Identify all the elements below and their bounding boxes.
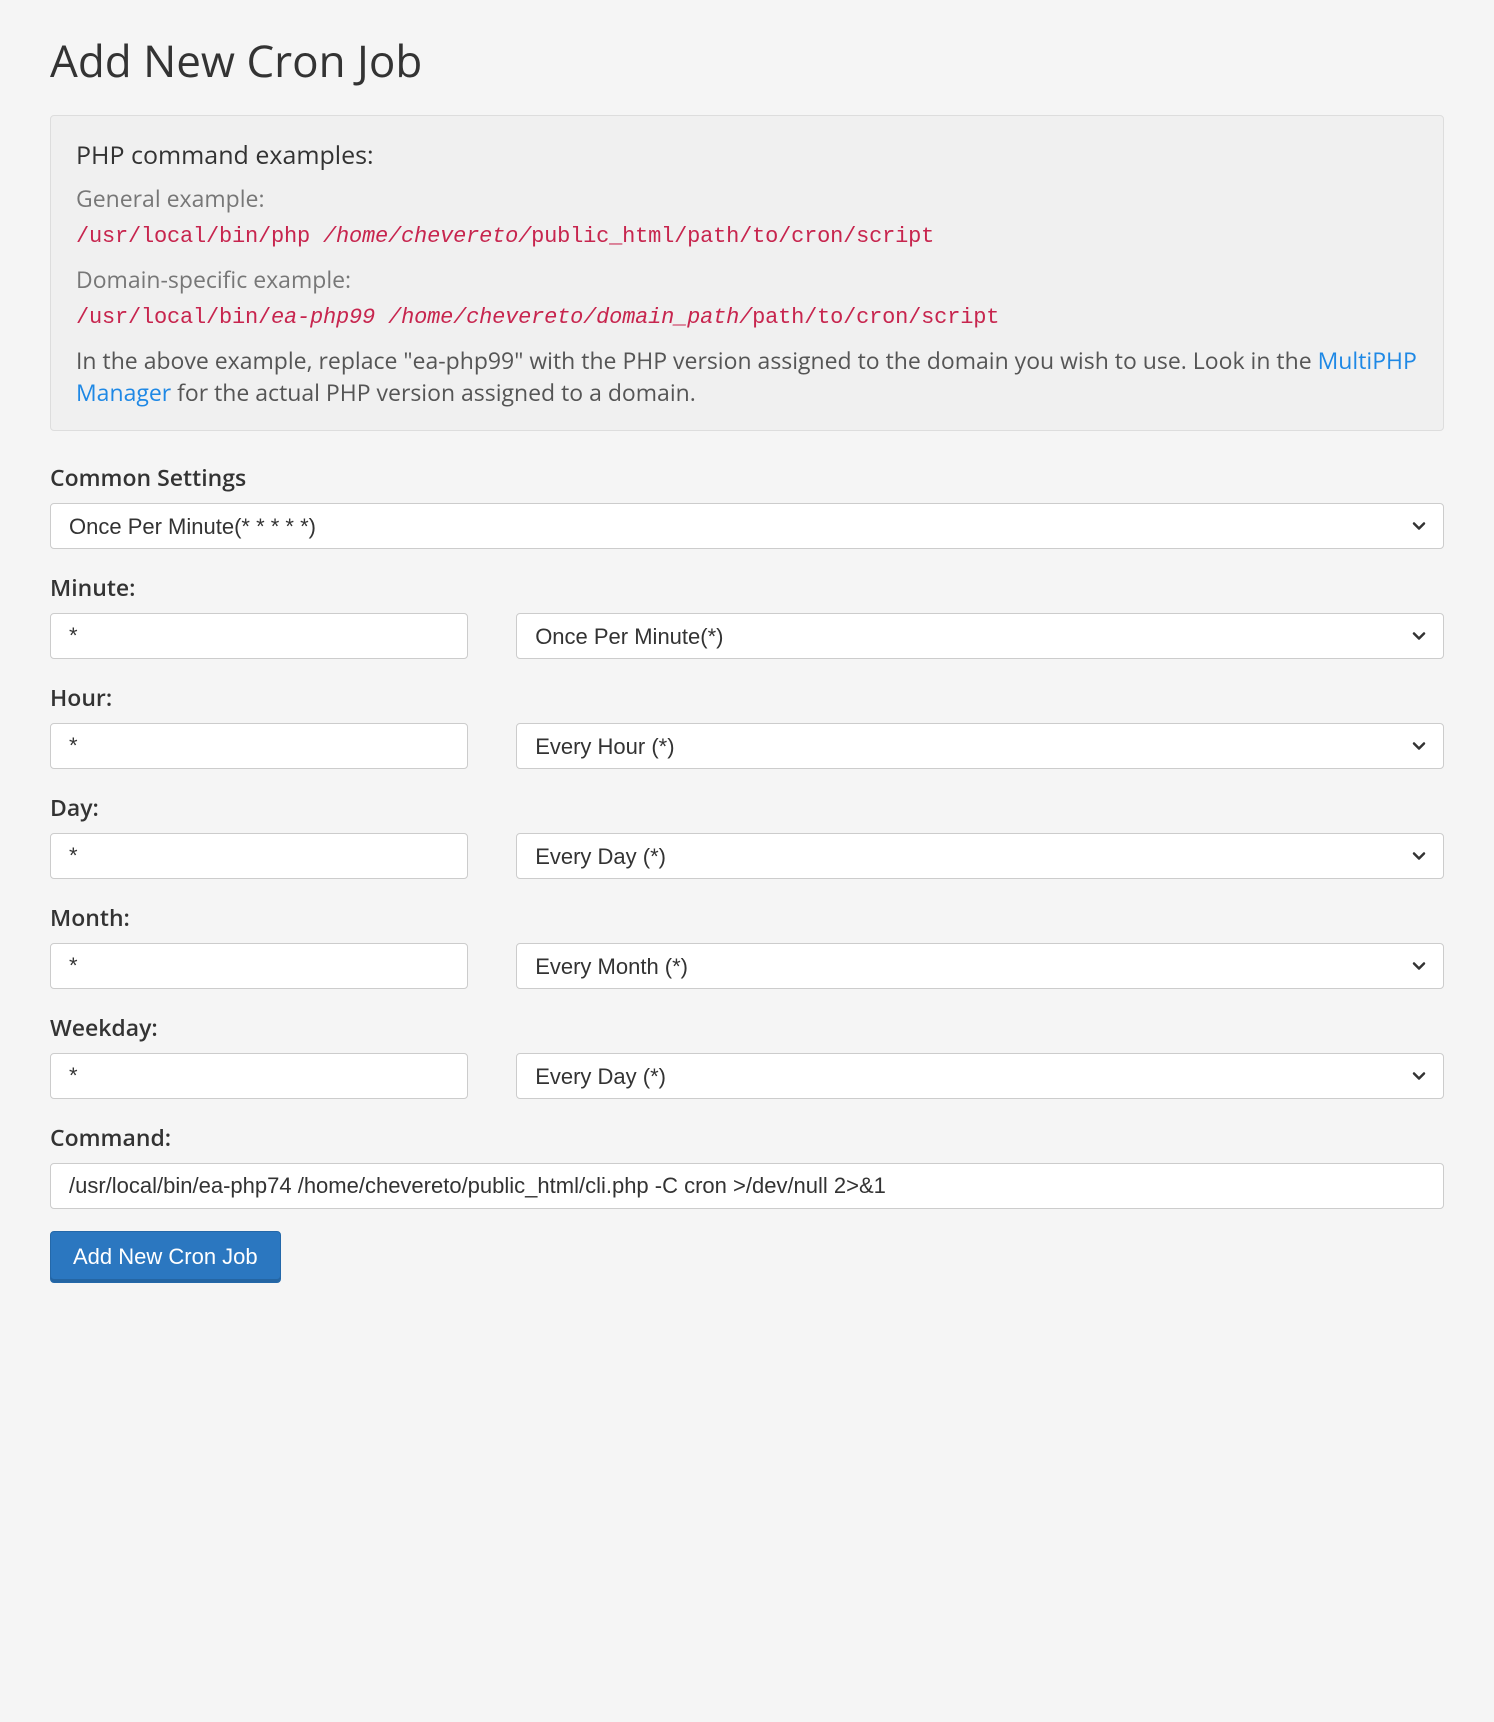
- weekday-preset-select[interactable]: Every Day (*): [516, 1053, 1444, 1099]
- minute-preset-select[interactable]: Once Per Minute(*): [516, 613, 1444, 659]
- weekday-input[interactable]: [50, 1053, 468, 1099]
- day-label: Day:: [50, 791, 468, 823]
- minute-label: Minute:: [50, 571, 468, 603]
- command-label: Command:: [50, 1121, 1444, 1153]
- day-input[interactable]: [50, 833, 468, 879]
- month-preset-select[interactable]: Every Month (*): [516, 943, 1444, 989]
- hour-label: Hour:: [50, 681, 468, 713]
- php-examples-panel: PHP command examples: General example: /…: [50, 115, 1444, 431]
- weekday-label: Weekday:: [50, 1011, 468, 1043]
- minute-input[interactable]: [50, 613, 468, 659]
- add-cron-job-button[interactable]: Add New Cron Job: [50, 1231, 281, 1283]
- hour-input[interactable]: [50, 723, 468, 769]
- general-example-code: /usr/local/bin/php /home/chevereto/publi…: [76, 224, 1418, 249]
- general-example-label: General example:: [76, 182, 1418, 214]
- common-settings-label: Common Settings: [50, 461, 1444, 493]
- day-preset-select[interactable]: Every Day (*): [516, 833, 1444, 879]
- example-note: In the above example, replace "ea-php99"…: [76, 344, 1418, 408]
- month-label: Month:: [50, 901, 468, 933]
- hour-preset-select[interactable]: Every Hour (*): [516, 723, 1444, 769]
- command-input[interactable]: [50, 1163, 1444, 1209]
- examples-heading: PHP command examples:: [76, 138, 1418, 172]
- common-settings-select[interactable]: Once Per Minute(* * * * *): [50, 503, 1444, 549]
- month-input[interactable]: [50, 943, 468, 989]
- domain-example-label: Domain-specific example:: [76, 263, 1418, 295]
- domain-example-code: /usr/local/bin/ea-php99 /home/chevereto/…: [76, 305, 1418, 330]
- page-title: Add New Cron Job: [50, 30, 1444, 90]
